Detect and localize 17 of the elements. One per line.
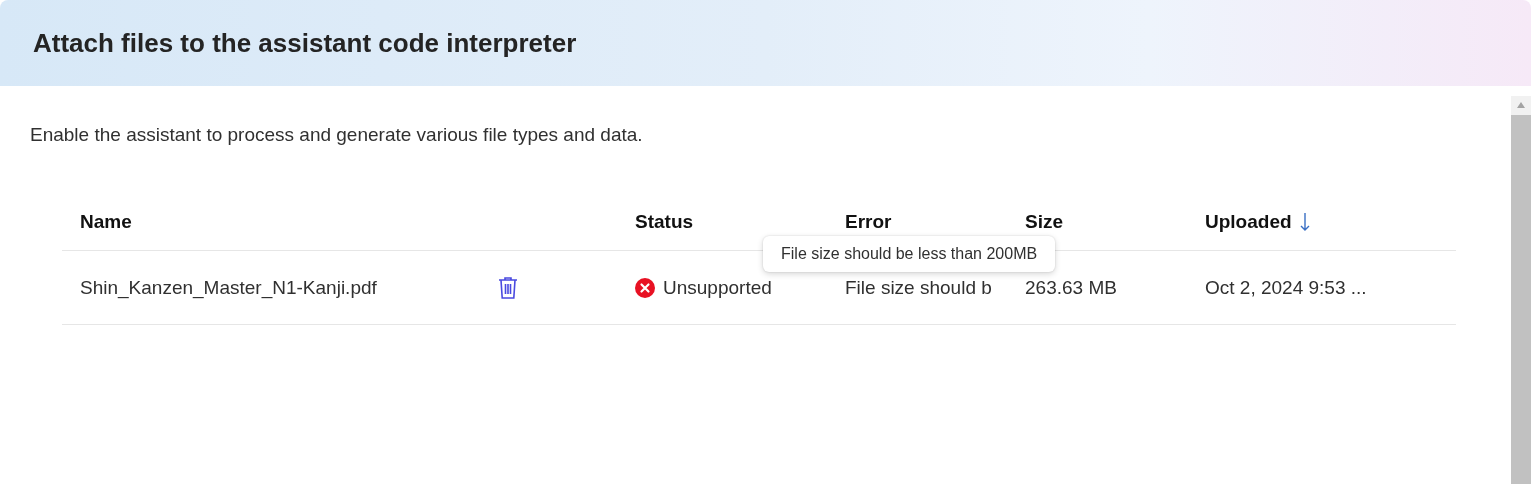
column-header: Status xyxy=(635,211,694,233)
column-header[interactable]: Uploaded xyxy=(1205,211,1292,233)
scrollbar[interactable] xyxy=(1511,96,1531,484)
size-cell-text: 263.63 MB xyxy=(1024,276,1118,299)
column-header: Size xyxy=(1025,211,1064,233)
file-name-cell-text: Shin_Kanzen_Master_N1-Kanji.pdf xyxy=(79,276,378,299)
sort-down-icon[interactable] xyxy=(1299,212,1310,232)
error-icon xyxy=(635,277,655,298)
status-text: Unsupported xyxy=(663,276,772,299)
delete-icon[interactable] xyxy=(497,275,519,300)
tooltip: File size should be less than 200MB xyxy=(763,236,1056,272)
column-header: Error xyxy=(845,211,892,233)
column-header: Name xyxy=(80,211,132,233)
uploaded-cell-text: Oct 2, 2024 9:53 ... xyxy=(1204,276,1368,299)
dialog-title: Attach files to the assistant code interpreter xyxy=(33,27,577,59)
error-cell-text: File size should b xyxy=(844,276,993,299)
description-text: Enable the assistant to process and generate various file types and data. xyxy=(30,124,644,146)
